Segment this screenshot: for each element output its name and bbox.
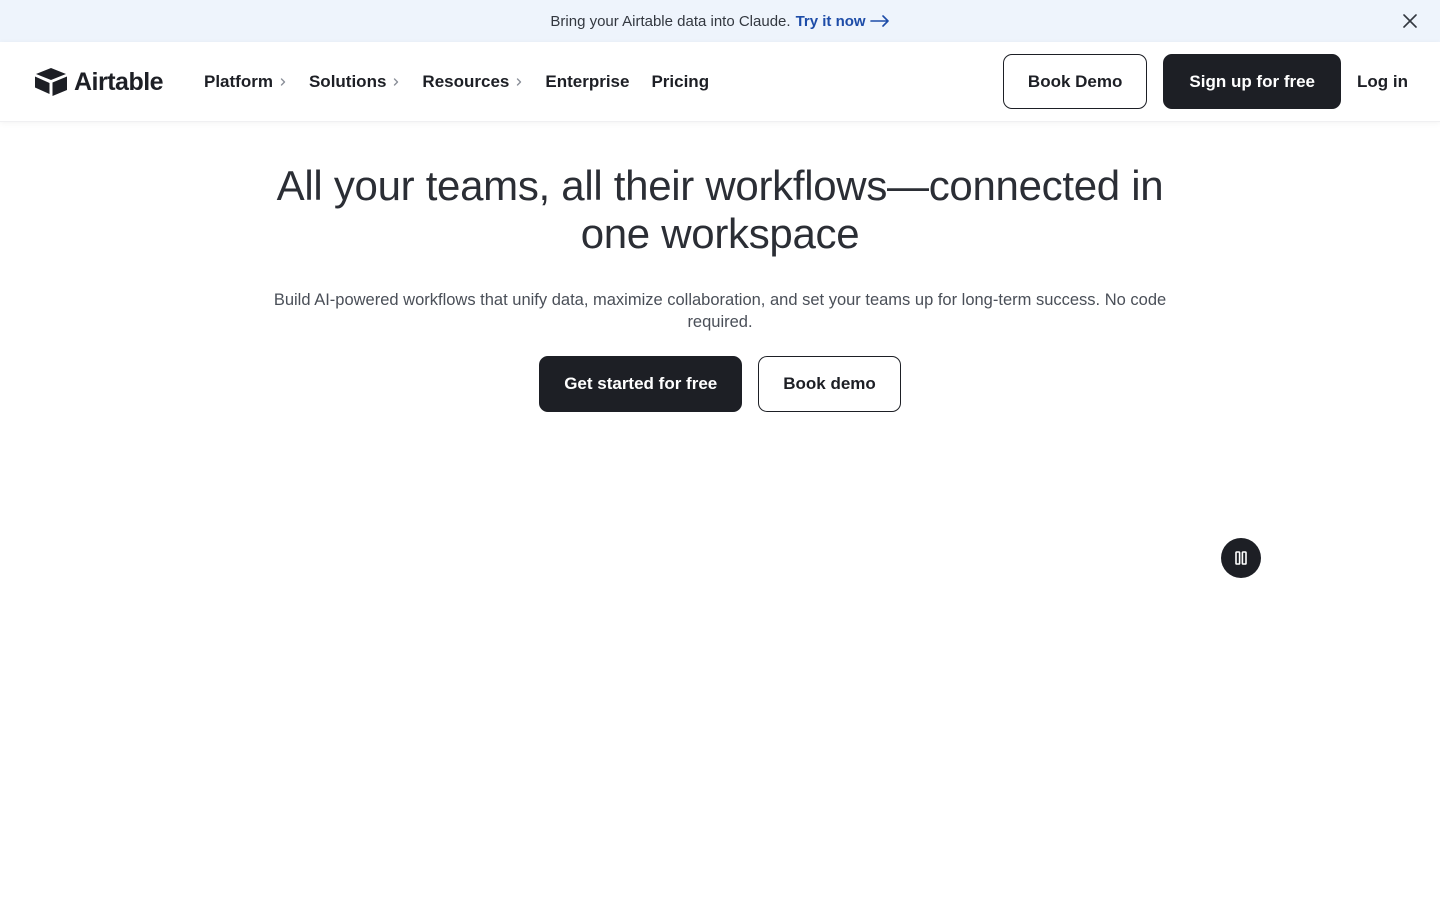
menu-item-solutions[interactable]: Solutions	[309, 72, 400, 92]
menu-item-label: Solutions	[308, 72, 387, 91]
arrow-right-icon	[869, 15, 889, 27]
pause-video-button[interactable]	[1221, 538, 1261, 578]
hero-subtitle: Build AI-powered workflows that unify da…	[273, 291, 1167, 331]
book-demo-button[interactable]: Book Demo	[1002, 54, 1148, 109]
chevron-right-icon	[517, 78, 522, 86]
menu-item-label: Pricing	[651, 72, 710, 91]
menu-item-resources[interactable]: Resources	[422, 72, 523, 92]
get-started-button[interactable]: Get started for free	[539, 356, 743, 412]
menu-item-pricing[interactable]: Pricing	[651, 72, 709, 92]
close-icon	[1403, 14, 1417, 28]
primary-menu: Platform Solutions Resources Enterprise …	[204, 42, 709, 122]
menu-item-label: Resources	[422, 72, 510, 91]
pause-icon	[1235, 551, 1247, 565]
main-nav: Airtable Platform Solutions Resources En…	[0, 42, 1440, 122]
book-demo-hero-button[interactable]: Book demo	[758, 356, 901, 412]
menu-item-platform[interactable]: Platform	[204, 72, 287, 92]
log-in-link[interactable]: Log in	[1357, 72, 1408, 92]
try-it-now-label: Try it now	[795, 12, 866, 30]
hero-title: All your teams, all their workflows—conn…	[276, 162, 1164, 257]
sign-up-button[interactable]: Sign up for free	[1163, 54, 1342, 109]
try-it-now-link[interactable]: Try it now	[796, 13, 890, 30]
logo-wordmark: Airtable	[74, 67, 164, 96]
close-banner-button[interactable]	[1402, 13, 1418, 29]
menu-item-enterprise[interactable]: Enterprise	[545, 72, 629, 92]
chevron-right-icon	[280, 78, 286, 86]
airtable-logo[interactable]: Airtable	[34, 67, 164, 97]
hero-cta-group: Get started for free Book demo	[0, 356, 1440, 412]
nav-actions: Book Demo Sign up for free Log in	[1002, 54, 1408, 109]
menu-item-label: Enterprise	[545, 72, 630, 91]
chevron-right-icon	[394, 78, 399, 86]
announcement-banner: Bring your Airtable data into Claude. Tr…	[0, 0, 1440, 42]
airtable-logo-icon	[35, 68, 67, 96]
menu-item-label: Platform	[204, 72, 273, 91]
banner-message: Bring your Airtable data into Claude.	[550, 12, 791, 30]
